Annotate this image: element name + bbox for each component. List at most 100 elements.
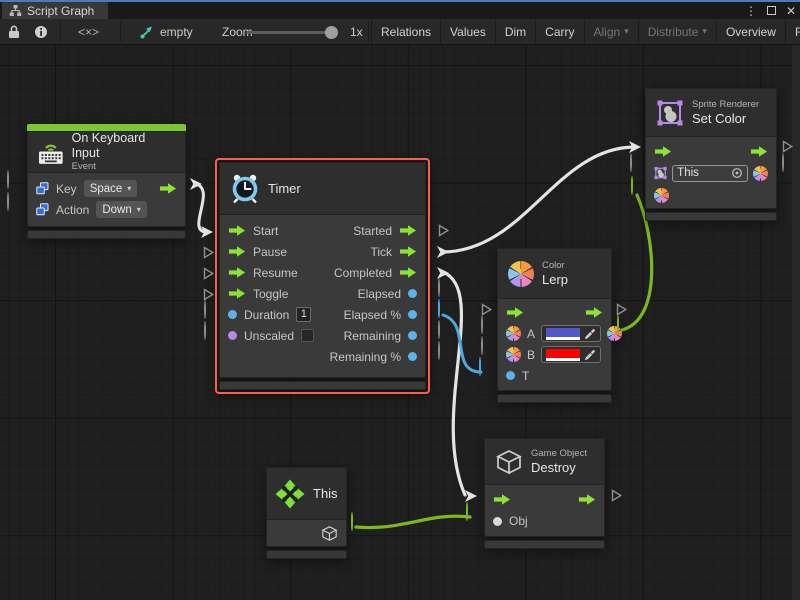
port-keyboard-trigger-out[interactable] <box>189 177 203 191</box>
port-lerp-color-out[interactable] <box>617 315 619 334</box>
port-keyboard-in-2[interactable] <box>7 192 9 211</box>
key-dropdown[interactable]: Space▾ <box>84 180 138 197</box>
color-a-swatch <box>546 328 580 337</box>
color-output-icon[interactable] <box>607 326 622 341</box>
eyedropper-icon[interactable] <box>584 349 596 361</box>
fullscreen-button[interactable]: Full Screen <box>785 19 800 44</box>
zoom-slider-track[interactable] <box>246 31 334 34</box>
game-object-output-icon[interactable] <box>321 525 338 542</box>
zoom-slider-handle[interactable] <box>325 26 338 39</box>
node-set-color[interactable]: Sprite Renderer Set Color <box>645 88 777 221</box>
value-output-dot[interactable] <box>408 289 417 298</box>
node-category: Color <box>542 260 568 272</box>
port-timer-duration-in[interactable] <box>204 300 206 319</box>
color-type-icon <box>506 347 521 362</box>
unscaled-checkbox[interactable] <box>301 329 314 342</box>
variable-icon <box>36 182 49 195</box>
color-type-icon <box>506 326 521 341</box>
port-setcolor-out[interactable] <box>782 153 784 172</box>
value-input-dot[interactable] <box>228 331 237 340</box>
flow-output-arrow[interactable] <box>585 306 603 319</box>
node-title: This <box>313 486 338 501</box>
value-input-dot[interactable] <box>506 371 515 380</box>
color-output-icon[interactable] <box>753 166 768 181</box>
flow-input-arrow[interactable] <box>654 145 672 158</box>
flow-output-arrow[interactable] <box>750 145 768 158</box>
port-timer-start-in[interactable] <box>200 225 214 239</box>
flow-input-arrow[interactable] <box>228 266 246 279</box>
node-color-lerp[interactable]: Color Lerp A <box>497 248 612 403</box>
flow-input-arrow[interactable] <box>228 224 246 237</box>
value-input-dot[interactable] <box>493 517 502 526</box>
port-setcolor-target-in[interactable] <box>630 153 632 172</box>
flow-output-arrow[interactable] <box>399 245 417 258</box>
value-output-dot[interactable] <box>408 352 417 361</box>
port-timer-started-out[interactable] <box>437 224 450 237</box>
align-carry-icon[interactable]: <×> <box>78 19 99 44</box>
tab-script-graph[interactable]: Script Graph <box>2 2 108 19</box>
flow-input-arrow[interactable] <box>506 306 524 319</box>
port-this-out[interactable] <box>351 512 353 531</box>
dim-button[interactable]: Dim <box>495 19 535 44</box>
port-setcolor-flow-out[interactable] <box>781 140 794 153</box>
port-timer-remaining-out[interactable] <box>438 320 440 339</box>
lock-icon[interactable] <box>8 19 20 44</box>
node-title: Timer <box>268 181 301 196</box>
info-icon[interactable] <box>34 19 48 44</box>
carry-button[interactable]: Carry <box>535 19 583 44</box>
values-button[interactable]: Values <box>440 19 495 44</box>
flow-input-arrow[interactable] <box>228 245 246 258</box>
flow-output-arrow[interactable] <box>399 224 417 237</box>
port-timer-elapsedpct-out[interactable] <box>438 299 440 318</box>
node-on-keyboard-input[interactable]: On Keyboard Input Event Key <box>27 124 186 239</box>
node-timer[interactable]: Timer Start Started Pause Tick <box>215 158 430 394</box>
port-setcolor-color-in[interactable] <box>631 176 633 195</box>
port-lerp-b-in[interactable] <box>481 336 483 355</box>
window-menu-icon[interactable]: ⋮ <box>745 4 757 18</box>
port-timer-tick-out[interactable] <box>436 245 450 259</box>
align-button[interactable]: Align▾ <box>584 19 638 44</box>
color-input-icon[interactable] <box>654 188 669 203</box>
port-destroy-flow-out[interactable] <box>610 489 623 502</box>
tab-bar: Script Graph ⋮ ✕ <box>0 2 800 19</box>
value-output-dot[interactable] <box>408 331 417 340</box>
port-timer-remainingpct-out[interactable] <box>438 341 440 360</box>
target-field[interactable]: This <box>672 165 748 182</box>
duration-input[interactable]: 1 <box>296 307 311 322</box>
action-dropdown[interactable]: Down▾ <box>96 201 146 218</box>
flow-output-arrow[interactable] <box>399 266 417 279</box>
port-lerp-t-in[interactable] <box>479 357 481 376</box>
distribute-button[interactable]: Distribute▾ <box>638 19 716 44</box>
flow-output-arrow[interactable] <box>159 182 177 195</box>
relations-button[interactable]: Relations <box>371 19 440 44</box>
port-timer-elapsed-out[interactable] <box>438 278 440 297</box>
port-destroy-obj-in[interactable] <box>466 502 468 521</box>
port-timer-resume-in[interactable] <box>202 267 215 280</box>
start-port-label: Start <box>253 224 278 238</box>
port-destroy-flow-in[interactable] <box>464 489 478 503</box>
port-setcolor-flow-in[interactable] <box>628 140 642 154</box>
eyedropper-icon[interactable] <box>584 328 596 340</box>
flow-input-arrow[interactable] <box>228 287 246 300</box>
port-keyboard-in-1[interactable] <box>7 170 9 189</box>
value-output-dot[interactable] <box>408 310 417 319</box>
close-icon[interactable]: ✕ <box>786 4 796 18</box>
value-input-dot[interactable] <box>228 310 237 319</box>
flow-output-arrow[interactable] <box>578 493 596 506</box>
port-timer-pause-in[interactable] <box>202 246 215 259</box>
node-this[interactable]: This <box>266 467 347 559</box>
overview-button[interactable]: Overview <box>716 19 785 44</box>
node-destroy[interactable]: Game Object Destroy Obj <box>484 438 605 549</box>
color-b-swatch <box>546 349 580 358</box>
port-timer-unscaled-in[interactable] <box>204 321 206 340</box>
maximize-icon[interactable] <box>767 6 776 15</box>
object-picker-icon[interactable] <box>731 167 743 179</box>
elapsed-port-label: Elapsed <box>358 287 401 301</box>
node-footer <box>266 550 347 559</box>
elapsed-pct-port-label: Elapsed % <box>344 308 401 322</box>
flow-input-arrow[interactable] <box>493 493 511 506</box>
color-b-field[interactable] <box>541 346 601 363</box>
port-lerp-a-in[interactable] <box>481 315 483 334</box>
graph-hierarchy-icon <box>9 4 22 17</box>
color-a-field[interactable] <box>541 325 601 342</box>
